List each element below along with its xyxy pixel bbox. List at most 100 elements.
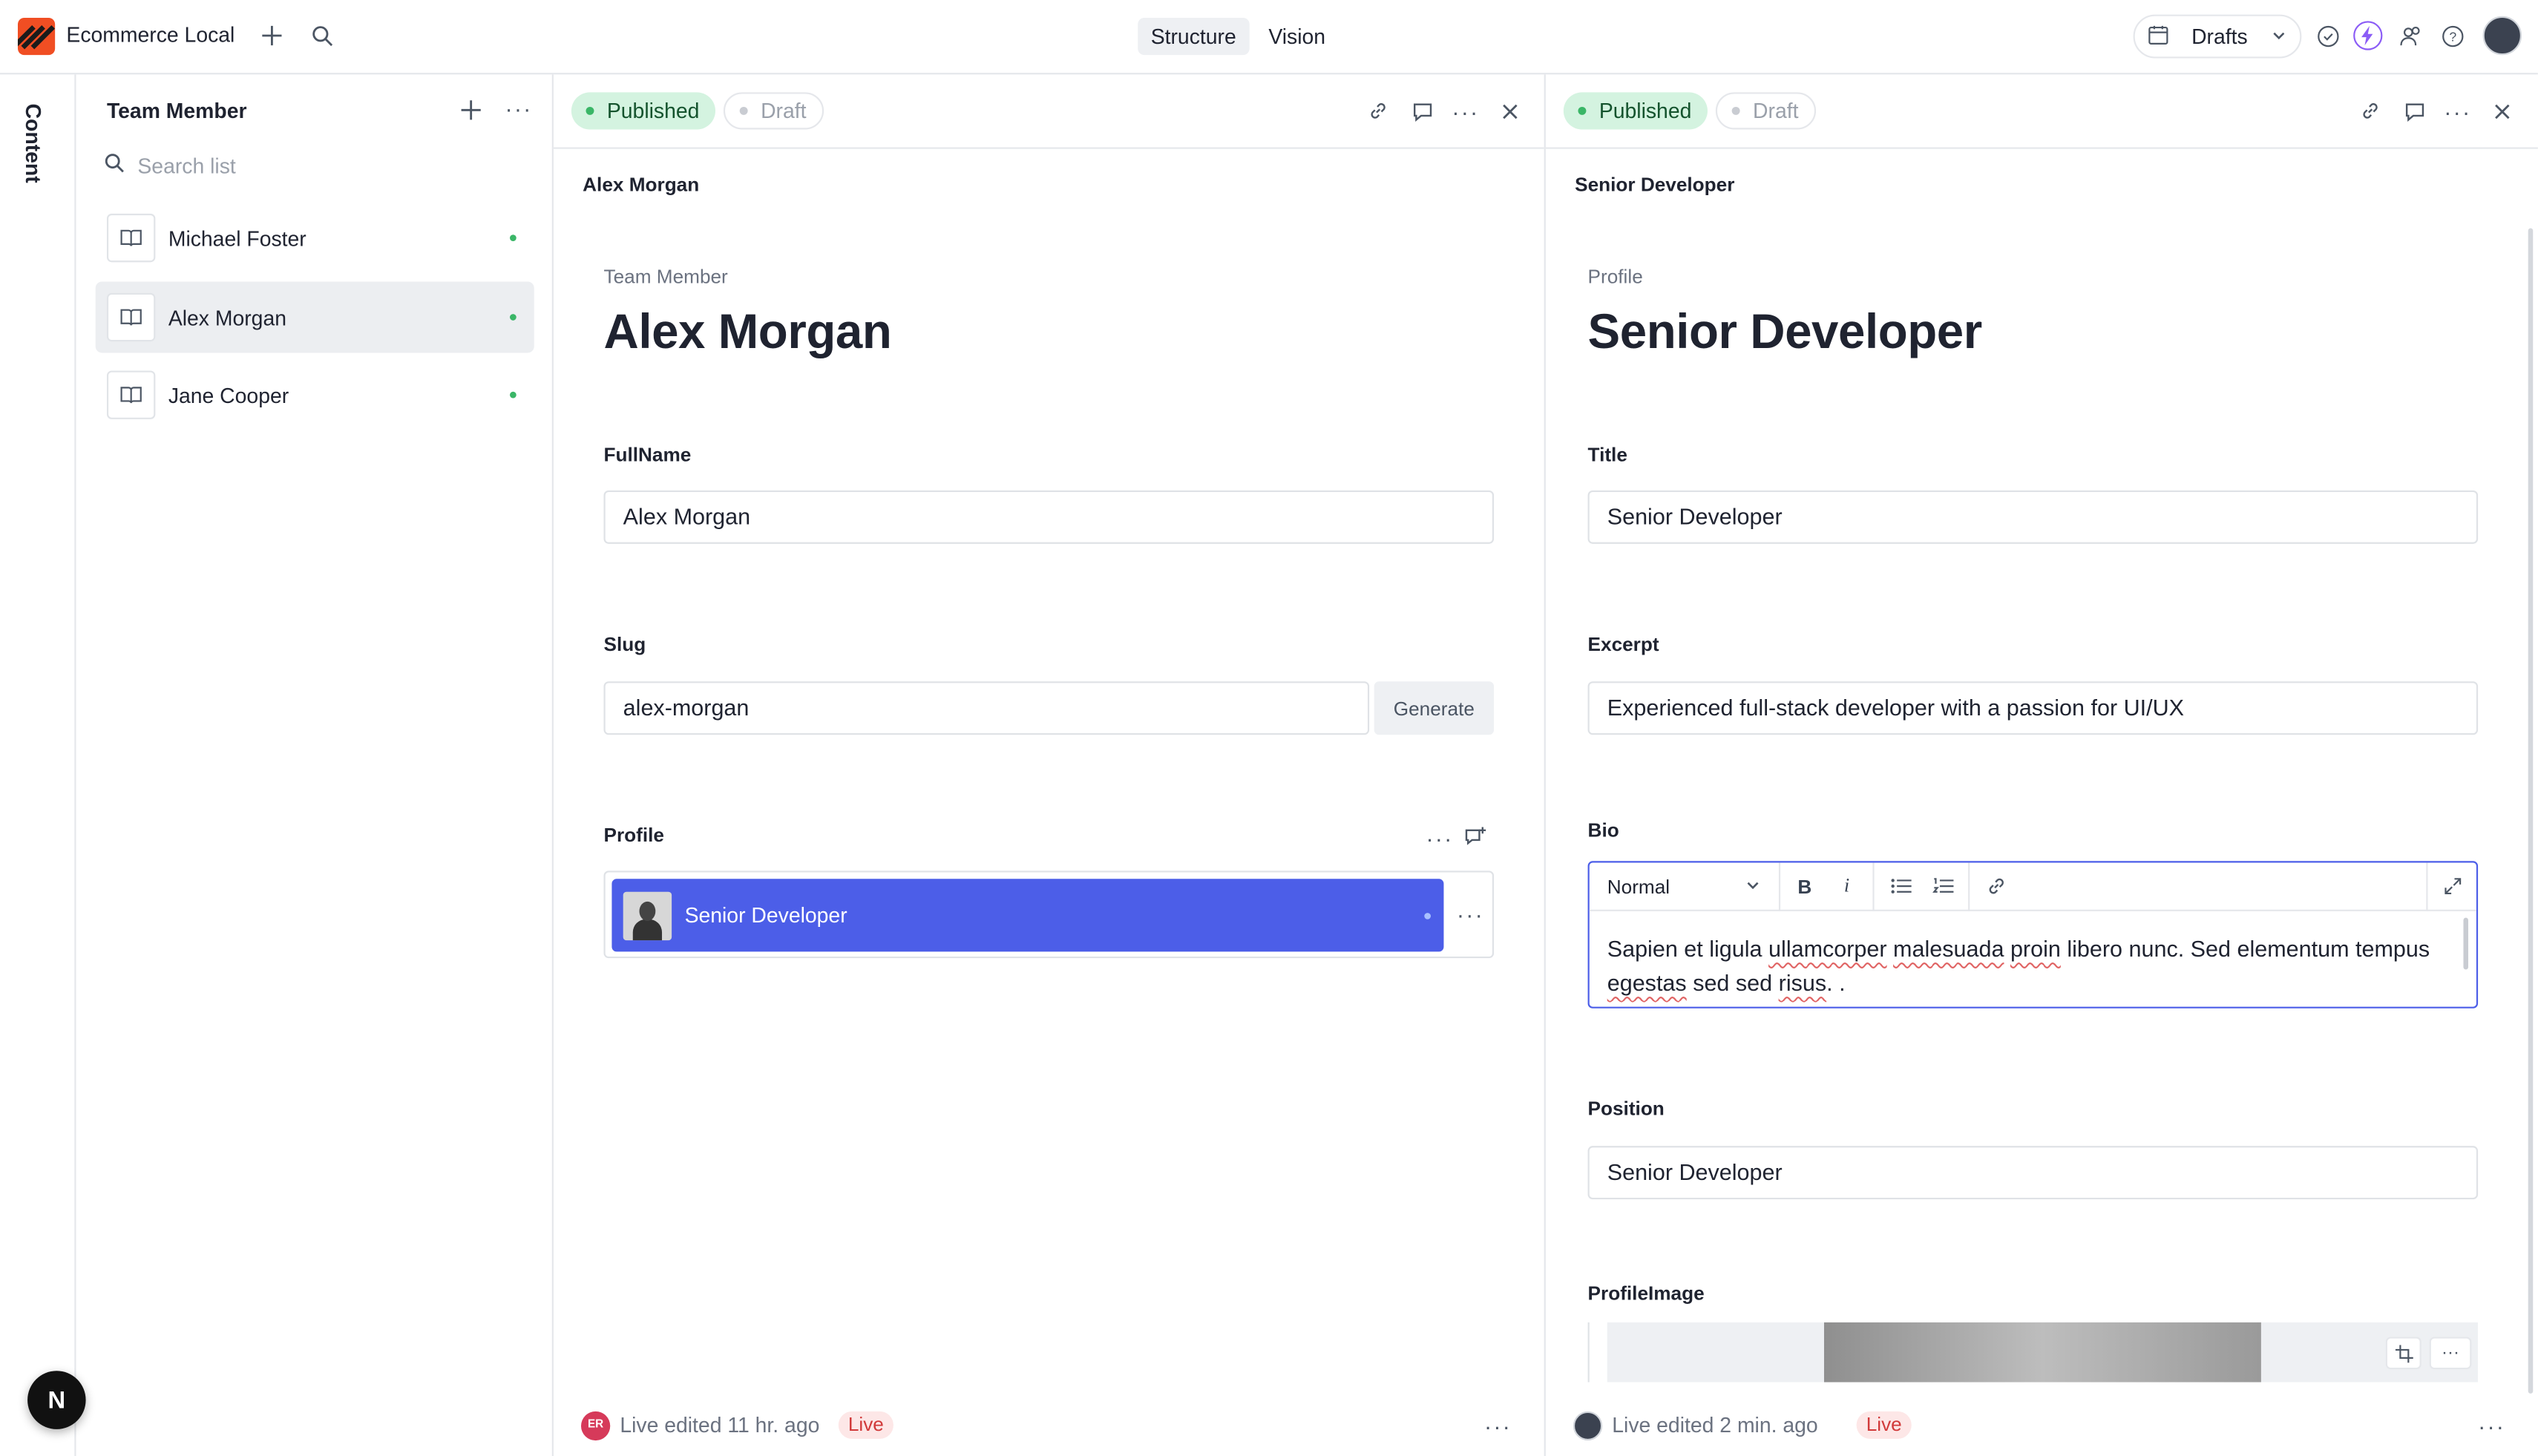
draft-label: Draft: [761, 99, 807, 123]
footer-menu-icon[interactable]: ···: [1484, 1412, 1512, 1438]
list-item[interactable]: Alex Morgan: [95, 281, 534, 353]
link-icon[interactable]: [2357, 97, 2384, 125]
close-icon[interactable]: [2488, 97, 2515, 125]
numbered-list-icon[interactable]: [1921, 877, 1964, 895]
svg-text:?: ?: [2448, 29, 2456, 44]
tool-tabs: Structure Vision: [1138, 17, 1339, 56]
published-label: Published: [1598, 99, 1692, 123]
help-icon[interactable]: ?: [2438, 21, 2467, 50]
more-icon[interactable]: ···: [1452, 97, 1479, 125]
search-list-field[interactable]: Search list: [104, 152, 236, 178]
profile-image-preview: [1823, 1322, 2261, 1383]
tab-structure[interactable]: Structure: [1138, 17, 1250, 56]
bio-text-segment: . .: [1826, 969, 1846, 996]
pane-footer: ER Live edited 11 hr. ago Live ···: [554, 1394, 1544, 1456]
generate-slug-button[interactable]: Generate: [1374, 681, 1495, 735]
list-item[interactable]: Jane Cooper: [96, 359, 534, 430]
published-badge[interactable]: Published: [1563, 92, 1708, 130]
excerpt-label: Excerpt: [1587, 632, 1659, 656]
bold-icon[interactable]: B: [1783, 875, 1826, 898]
pane-header: Published Draft ···: [553, 74, 1544, 149]
bio-text-segment: libero nunc. Sed elementum tempus: [2060, 935, 2430, 962]
comment-icon[interactable]: [1408, 97, 1435, 125]
image-menu-icon[interactable]: ···: [2429, 1337, 2472, 1370]
search-icon[interactable]: [309, 23, 335, 49]
last-edited-text: Live edited 2 min. ago: [1612, 1413, 1818, 1437]
footer-menu-icon[interactable]: ···: [2478, 1412, 2505, 1438]
list-item-label: Michael Foster: [168, 226, 306, 250]
fullscreen-icon[interactable]: [2428, 877, 2476, 895]
search-list-placeholder: Search list: [137, 153, 236, 177]
document-list-pane: Team Member ··· Search list Michael Fost…: [78, 74, 554, 1456]
title-field[interactable]: Senior Developer: [1587, 490, 2479, 544]
draft-badge[interactable]: Draft: [723, 92, 824, 130]
link-icon[interactable]: [1365, 97, 1392, 125]
user-avatar[interactable]: [2482, 16, 2522, 56]
link-icon[interactable]: [1975, 876, 2017, 896]
profile-thumbnail: [623, 891, 672, 940]
perspective-select[interactable]: Drafts: [2133, 14, 2302, 59]
workspace-title[interactable]: Ecommerce Local: [66, 23, 235, 47]
add-document-icon[interactable]: [459, 99, 482, 126]
published-badge[interactable]: Published: [571, 92, 716, 130]
draft-badge[interactable]: Draft: [1715, 92, 1817, 130]
bio-text-misspelled: malesuada: [1893, 935, 2004, 962]
close-icon[interactable]: [1495, 97, 1523, 125]
field-menu-icon[interactable]: ···: [1426, 825, 1453, 851]
slug-field[interactable]: alex-morgan: [603, 681, 1370, 735]
italic-icon[interactable]: i: [1826, 874, 1868, 899]
book-icon: [106, 292, 156, 342]
fullname-field[interactable]: Alex Morgan: [603, 490, 1495, 544]
position-field[interactable]: Senior Developer: [1587, 1146, 2479, 1200]
check-circle-icon[interactable]: [2313, 21, 2342, 50]
bullet-list-icon[interactable]: [1879, 877, 1921, 895]
lightning-icon[interactable]: [2353, 21, 2383, 50]
reference-menu-icon[interactable]: ···: [1457, 902, 1484, 928]
list-item-label: Alex Morgan: [168, 305, 287, 329]
pane-header: Published Draft ···: [1545, 74, 2538, 149]
profile-image-field[interactable]: ···: [1587, 1322, 2479, 1383]
pane-scrollbar[interactable]: [2528, 228, 2534, 1394]
status-dot: [1578, 106, 1587, 115]
book-icon: [106, 213, 156, 263]
plus-icon[interactable]: [259, 23, 285, 49]
bio-label: Bio: [1587, 819, 1619, 842]
document-title: Senior Developer: [1587, 306, 1983, 360]
profile-reference-card[interactable]: Senior Developer: [611, 879, 1444, 952]
bio-text-segment: Sapien et ligula: [1607, 935, 1769, 962]
bio-text[interactable]: Sapien et ligula ullamcorper malesuada p…: [1607, 932, 2449, 1000]
bio-text-segment: sed sed: [1686, 969, 1779, 996]
list-item-label: Jane Cooper: [168, 382, 289, 407]
tab-vision[interactable]: Vision: [1256, 18, 1339, 55]
list-item[interactable]: Michael Foster: [96, 203, 534, 274]
comment-icon[interactable]: [2400, 97, 2427, 125]
pane-actions: ···: [2357, 97, 2516, 125]
profile-reference-field: Senior Developer ···: [603, 870, 1495, 959]
text-style-select[interactable]: Normal: [1590, 862, 1781, 911]
live-badge: Live: [838, 1411, 893, 1439]
rail-content-label[interactable]: Content: [21, 104, 45, 183]
app-logo-icon[interactable]: [17, 17, 56, 56]
list-menu-icon[interactable]: ···: [505, 96, 532, 122]
search-icon: [104, 152, 125, 178]
status-dot: [1731, 106, 1740, 115]
profile-label: Profile: [603, 824, 664, 847]
list-pane-title: Team Member: [106, 99, 247, 123]
excerpt-field[interactable]: Experienced full-stack developer with a …: [1587, 681, 2479, 735]
breadcrumb: Senior Developer: [1575, 173, 1735, 196]
document-type-label: Team Member: [603, 265, 728, 289]
more-icon[interactable]: ···: [2444, 97, 2471, 125]
text-style-value: Normal: [1607, 874, 1670, 898]
profileimage-label: ProfileImage: [1587, 1282, 1705, 1305]
document-title: Alex Morgan: [603, 306, 892, 360]
bio-scrollbar[interactable]: [2463, 917, 2469, 970]
status-dot: [1424, 911, 1432, 919]
pane-footer: Live edited 2 min. ago Live ···: [1546, 1394, 2538, 1456]
calendar-icon: [2148, 24, 2168, 50]
bio-text-misspelled: ullamcorper: [1768, 935, 1887, 962]
add-comment-icon[interactable]: [1463, 825, 1488, 854]
crop-icon[interactable]: [2385, 1337, 2421, 1370]
users-icon[interactable]: [2396, 21, 2424, 50]
bio-editor[interactable]: Normal B i Sapien et ligula ullamcorper …: [1587, 861, 2479, 1009]
title-label: Title: [1587, 443, 1627, 467]
